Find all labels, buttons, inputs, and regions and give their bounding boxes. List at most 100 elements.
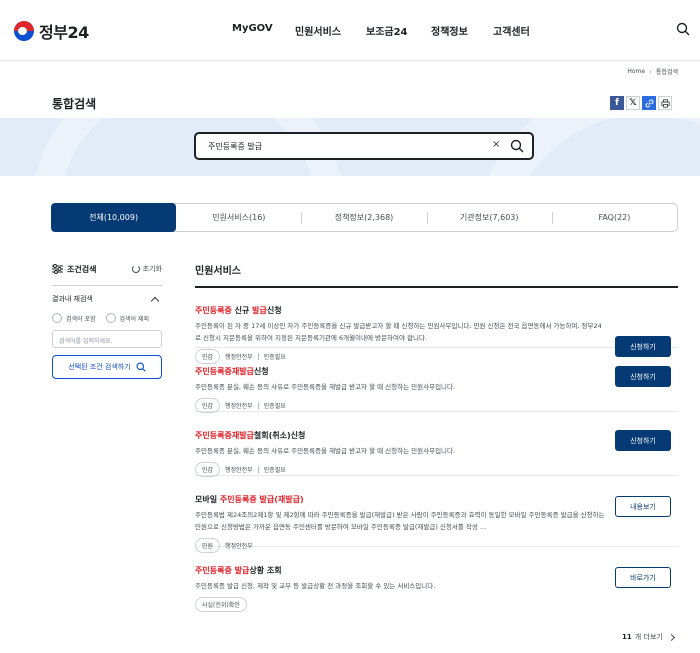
result-item: 주민등록증 발급상황 조회 주민등록증 발급 신청, 제작 및 교부 등 발급상… [195, 547, 678, 612]
tab-civil-service[interactable]: 민원서비스(16) [176, 204, 301, 231]
result-description: 주민등록이 된 자 중 17세 이상인 자가 주민등록증을 신규 발급받고자 할… [195, 322, 602, 342]
title-highlight: 주민등록증 [195, 566, 232, 575]
title-row: 통합검색 f 𝕏 [52, 93, 674, 115]
result-item: 주민등록증재발급철회(취소)신청 주민등록증 분실, 훼손 등의 사유로 주민등… [195, 412, 678, 477]
title-text: 모바일 [195, 495, 220, 504]
filter-header: 조건검색 초기화 [52, 262, 162, 276]
research-input[interactable]: 검색어를 입력하세요. [52, 330, 162, 348]
print-icon[interactable] [658, 96, 672, 110]
refresh-icon [131, 265, 140, 273]
result-meta: 인감 행정안전부 인증필요 [195, 398, 678, 413]
result-item: 모바일 주민등록증 발급(재발급) 주민등록법 제24조의2제1항 및 제2항에… [195, 476, 678, 553]
auth-required: 인증필요 [263, 403, 286, 410]
research-label: 결과내 재검색 [52, 295, 93, 303]
agency: 행정안전부 [225, 467, 253, 474]
search-icon [136, 362, 146, 372]
facebook-icon[interactable]: f [610, 96, 624, 110]
result-meta: 인감 행정안전부 인증필요 [195, 462, 678, 477]
nav-customer-center[interactable]: 고객센터 [493, 23, 543, 38]
chevron-right-icon [667, 633, 675, 641]
result-description: 주민등록증 분실, 훼손 등의 사유로 주민등록증을 재발급 받고자 할 때 신… [195, 383, 456, 391]
title-highlight: 발급 [252, 306, 267, 315]
apply-button[interactable]: 신청하기 [615, 366, 671, 387]
filter-title: 조건검색 [67, 264, 97, 274]
search-input[interactable] [208, 139, 478, 153]
result-title[interactable]: 주민등록증재발급철회(취소)신청 [195, 430, 678, 441]
result-title[interactable]: 주민등록증 신규 발급신청 [195, 305, 678, 316]
apply-button[interactable]: 신청하기 [615, 430, 671, 451]
share-buttons: f 𝕏 [610, 96, 672, 110]
go-button[interactable]: 바로가기 [615, 567, 671, 588]
title-highlight: 발급 [234, 566, 250, 575]
radio-exclude-label: 검색어 제외 [119, 315, 150, 323]
result-description: 주민등록법 제24조의2제1항 및 제2항에 따라 주민등록증을 발급(재발급)… [195, 511, 605, 531]
result-title[interactable]: 주민등록증재발급신청 [195, 366, 678, 377]
main-nav: MyGOV 민원서비스 보조금24 정책정보 고객센터 [232, 23, 543, 38]
divider [257, 466, 259, 473]
search-box: × [194, 132, 534, 160]
tab-all[interactable]: 전체(10,009) [51, 203, 177, 232]
search-submit-icon[interactable] [510, 139, 524, 153]
divider [52, 285, 162, 286]
title-highlight: 발급 [259, 495, 275, 504]
view-details-button[interactable]: 내용보기 [615, 496, 671, 517]
tab-agency[interactable]: 기관정보(7,603) [426, 204, 552, 231]
type-badge: 사실(진위)확인 [195, 597, 247, 612]
nav-subsidy[interactable]: 보조금24 [366, 23, 431, 38]
more-results-link[interactable]: 11 개 더보기 [622, 632, 675, 642]
chevron-up-icon [150, 296, 160, 305]
result-description: 주민등록증 발급 신청, 제작 및 교부 등 발급상황 전 과정을 조회할 수 … [195, 582, 436, 590]
printer-icon [660, 98, 670, 108]
site-header: 정부24 MyGOV 민원서비스 보조금24 정책정보 고객센터 [0, 0, 700, 61]
radio-include-label: 검색어 포함 [66, 315, 96, 323]
title-highlight: 주민등록증 [195, 306, 232, 315]
page-title: 통합검색 [52, 97, 97, 111]
breadcrumb: Home › 통합검색 [627, 67, 678, 77]
link-icon[interactable] [642, 96, 656, 110]
radio-exclude[interactable]: 검색어 제외 [105, 313, 150, 323]
title-highlight: 주민등록증 [219, 495, 257, 504]
apply-filter-button[interactable]: 선택된 조건 검색하기 [52, 355, 162, 379]
title-text: 신규 [231, 306, 253, 315]
research-accordion[interactable]: 결과내 재검색 [52, 294, 162, 305]
reset-button[interactable]: 초기화 [131, 264, 162, 274]
search-icon[interactable] [676, 22, 690, 36]
more-count: 11 [622, 633, 632, 641]
result-item: 주민등록증재발급신청 주민등록증 분실, 훼손 등의 사유로 주민등록증을 재발… [195, 348, 678, 413]
type-badge: 인감 [195, 398, 221, 413]
section-title: 민원서비스 [195, 266, 241, 277]
title-text: 신청 [266, 306, 282, 315]
x-twitter-icon[interactable]: 𝕏 [626, 96, 640, 110]
taegeuk-logo-icon [14, 21, 34, 41]
tab-faq[interactable]: FAQ(22) [551, 204, 677, 231]
clear-icon[interactable]: × [492, 139, 500, 150]
title-text: 철회(취소)신청 [253, 431, 306, 440]
divider [257, 402, 259, 409]
research-options: 검색어 포함 검색어 제외 [52, 313, 162, 323]
radio-include[interactable]: 검색어 포함 [52, 313, 96, 323]
nav-civil-service[interactable]: 민원서비스 [295, 23, 366, 38]
site-logo[interactable]: 정부24 [14, 19, 89, 43]
title-text: 신청 [253, 367, 269, 376]
title-highlight: 발급 [239, 367, 254, 376]
nav-mygov[interactable]: MyGOV [232, 23, 295, 38]
nav-policy[interactable]: 정책정보 [431, 23, 493, 38]
filter-panel: 조건검색 초기화 결과내 재검색 검색어 포함 검색어 제외 검색어를 입력하세… [52, 262, 162, 379]
radio-circle-icon [52, 313, 62, 323]
title-highlight: 주민등록증 [195, 367, 232, 376]
filter-sliders-icon [52, 264, 63, 274]
results-panel: 민원서비스 주민등록증 신규 발급신청 주민등록이 된 자 중 17세 이상인 … [195, 262, 678, 612]
chevron-right-icon: › [649, 67, 652, 76]
result-item: 주민등록증 신규 발급신청 주민등록이 된 자 중 17세 이상인 자가 주민등… [195, 288, 678, 364]
tab-policy[interactable]: 정책정보(2,368) [301, 204, 426, 231]
search-band: × [0, 118, 700, 176]
breadcrumb-home[interactable]: Home [627, 68, 645, 75]
result-meta: 사실(진위)확인 [195, 597, 678, 612]
type-badge: 인감 [195, 462, 221, 477]
result-description: 주민등록증 분실, 훼손 등의 사유로 주민등록증을 재발급 받고자 할 때 신… [195, 447, 456, 455]
result-title[interactable]: 모바일 주민등록증 발급(재발급) [195, 494, 678, 505]
breadcrumb-current: 통합검색 [655, 69, 678, 76]
filter-title-wrap: 조건검색 [52, 264, 96, 275]
title-highlight: 발급 [239, 431, 254, 440]
result-title[interactable]: 주민등록증 발급상황 조회 [195, 565, 678, 576]
